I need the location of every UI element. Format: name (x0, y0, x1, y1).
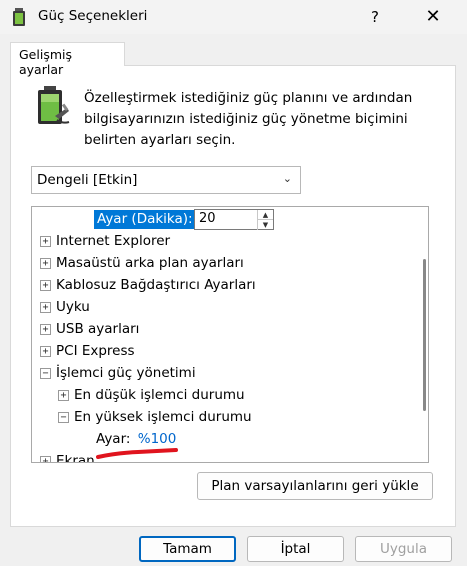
tree-item-label: Kablosuz Bağdaştırıcı Ayarları (56, 277, 256, 293)
tree-item-sleep[interactable]: + Uyku (40, 296, 90, 318)
tree-item-label: İşlemci güç yönetimi (56, 365, 196, 381)
apply-button[interactable]: Uygula (355, 536, 452, 562)
power-plan-value: Dengeli [Etkin] (37, 172, 138, 188)
tab-advanced-settings[interactable]: Gelişmiş ayarlar (10, 42, 125, 77)
power-plan-select[interactable]: Dengeli [Etkin] ⌄ (31, 166, 301, 194)
tree-item-label: En düşük işlemci durumu (74, 387, 245, 403)
battery-plug-icon (38, 86, 70, 124)
setting-value-link[interactable]: %100 (138, 431, 177, 447)
tree-item-label: En yüksek işlemci durumu (74, 409, 252, 425)
red-annotation-underline (96, 448, 178, 459)
app-power-icon (13, 8, 25, 26)
tree-item-desktop-background[interactable]: + Masaüstü arka plan ayarları (40, 252, 244, 274)
tree-item-pci-express[interactable]: + PCI Express (40, 340, 135, 362)
settings-tree[interactable]: Ayar (Dakika): 20 ▲ ▼ + Internet Explorer… (31, 206, 429, 463)
tree-item-label: Ekran (56, 453, 95, 463)
expand-icon[interactable]: + (58, 389, 69, 401)
description-text: Özelleştirmek istediğiniz güç planını ve… (84, 90, 413, 148)
tree-item-usb-settings[interactable]: + USB ayarları (40, 318, 139, 340)
dialog-body: Gelişmiş ayarlar Özelleştirmek istediğin… (0, 34, 467, 566)
tab-panel: Özelleştirmek istediğiniz güç planını ve… (10, 65, 456, 527)
spin-up-icon[interactable]: ▲ (257, 210, 273, 220)
tree-item-max-processor-state[interactable]: − En yüksek işlemci durumu (58, 406, 252, 428)
cancel-button[interactable]: İptal (247, 536, 344, 562)
minutes-value: 20 (199, 211, 216, 226)
tree-item-label: PCI Express (56, 343, 135, 359)
spin-down-icon[interactable]: ▼ (257, 220, 273, 230)
tree-item-internet-explorer[interactable]: + Internet Explorer (40, 230, 170, 252)
tree-item-label: Masaüstü arka plan ayarları (56, 255, 244, 271)
chevron-down-icon: ⌄ (282, 172, 292, 185)
help-button[interactable]: ? (358, 0, 392, 34)
ok-button[interactable]: Tamam (139, 536, 236, 562)
expand-icon[interactable]: + (40, 279, 51, 291)
window-title: Güç Seçenekleri (38, 8, 148, 24)
close-button[interactable]: ✕ (416, 0, 450, 34)
tree-item-display[interactable]: + Ekran (40, 450, 95, 463)
tree-item-label: USB ayarları (56, 321, 140, 337)
collapse-icon[interactable]: − (40, 367, 51, 379)
tree-setting-label-selected[interactable]: Ayar (Dakika): (94, 210, 196, 229)
collapse-icon[interactable]: − (58, 411, 69, 423)
expand-icon[interactable]: + (40, 323, 51, 335)
tree-item-max-processor-setting[interactable]: Ayar: %100 (96, 428, 176, 450)
title-bar: Güç Seçenekleri ? ✕ (0, 0, 467, 34)
tree-item-label: Uyku (56, 299, 90, 315)
tree-item-min-processor-state[interactable]: + En düşük işlemci durumu (58, 384, 245, 406)
tree-scrollbar[interactable] (423, 259, 426, 411)
expand-icon[interactable]: + (40, 455, 51, 462)
expand-icon[interactable]: + (40, 345, 51, 357)
tree-item-processor-power[interactable]: − İşlemci güç yönetimi (40, 362, 196, 384)
expand-icon[interactable]: + (40, 301, 51, 313)
setting-label: Ayar: (96, 431, 131, 447)
expand-icon[interactable]: + (40, 235, 51, 247)
restore-defaults-button[interactable]: Plan varsayılanlarını geri yükle (197, 472, 433, 500)
minutes-spinbox[interactable]: 20 ▲ ▼ (194, 209, 274, 230)
expand-icon[interactable]: + (40, 257, 51, 269)
tree-item-label: Internet Explorer (56, 233, 171, 249)
tree-item-wireless-adapter[interactable]: + Kablosuz Bağdaştırıcı Ayarları (40, 274, 256, 296)
